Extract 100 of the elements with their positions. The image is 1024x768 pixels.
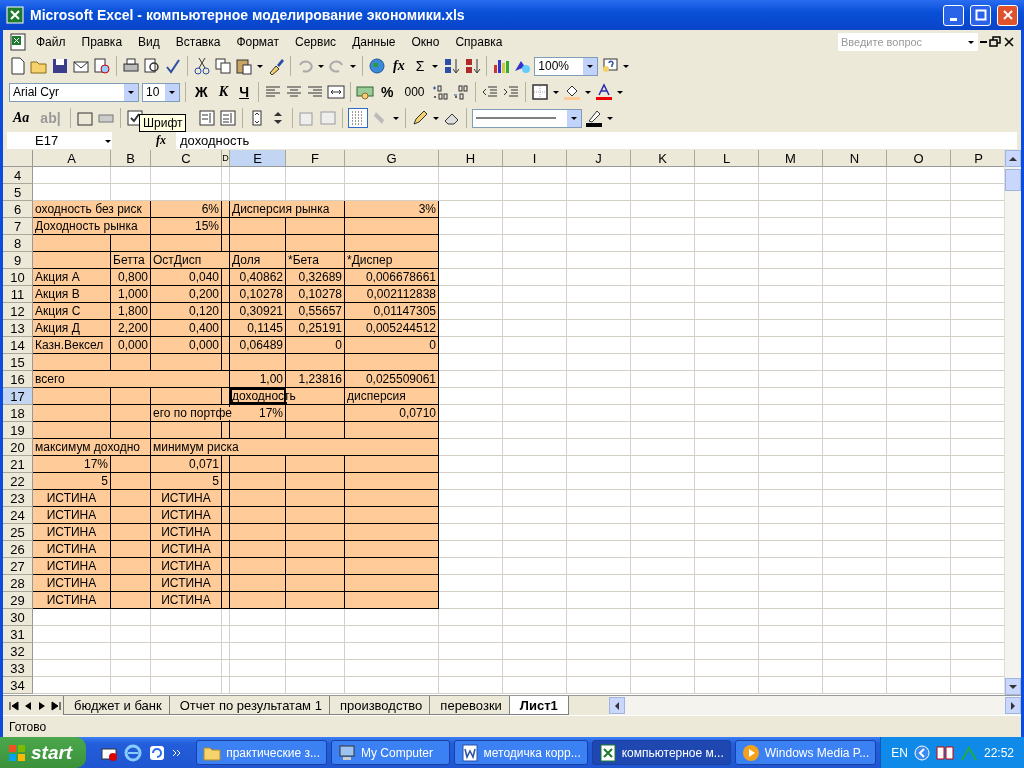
table-cell[interactable]: Дисперсия рынка (230, 201, 345, 218)
table-cell[interactable]: ИСТИНА (33, 592, 111, 609)
table-cell[interactable]: 2,200 (111, 320, 151, 337)
table-cell[interactable]: 0,32689 (286, 269, 345, 286)
spelling-check-icon[interactable] (164, 57, 182, 75)
table-cell[interactable]: 0,071 (151, 456, 222, 473)
menu-item[interactable]: Вставка (168, 32, 228, 51)
restore-icon[interactable] (989, 35, 1001, 48)
list-box-icon[interactable] (197, 109, 216, 127)
table-cell[interactable]: ИСТИНА (33, 490, 111, 507)
table-cell[interactable]: Акция В (33, 286, 111, 303)
chevron-icon[interactable] (172, 747, 183, 758)
caret-icon[interactable] (431, 62, 440, 70)
table-cell[interactable]: 0,200 (151, 286, 222, 303)
table-cell[interactable]: максимум доходно (33, 439, 151, 456)
row-header[interactable]: 27 (3, 558, 33, 575)
table-cell[interactable]: Доля (230, 252, 286, 269)
caret-icon[interactable] (586, 62, 595, 70)
table-cell[interactable]: 6% (151, 201, 222, 218)
column-header[interactable]: L (695, 150, 759, 167)
caret-icon[interactable] (552, 88, 561, 96)
previous-sheet-icon[interactable] (23, 700, 33, 711)
print-preview-icon[interactable] (143, 57, 161, 75)
table-cell[interactable]: 0,040 (151, 269, 222, 286)
sort-ascending-icon[interactable] (442, 57, 461, 75)
table-cell[interactable]: 0,55657 (286, 303, 345, 320)
sheet-tab[interactable]: Лист1 (508, 696, 569, 715)
down-arrow-icon[interactable] (1008, 682, 1018, 691)
computer-icon[interactable] (338, 743, 356, 762)
table-cell[interactable]: 0,1145 (230, 320, 286, 337)
table-cell[interactable]: 0,06489 (230, 337, 286, 354)
column-header[interactable]: F (286, 150, 345, 167)
document-icon[interactable] (460, 743, 479, 762)
menu-item[interactable]: Окно (404, 32, 447, 51)
row-header[interactable]: 33 (3, 660, 33, 677)
row-header[interactable]: 20 (3, 439, 33, 456)
first-sheet-icon[interactable] (9, 700, 19, 711)
table-cell[interactable]: 0,000 (111, 337, 151, 354)
row-header[interactable]: 21 (3, 456, 33, 473)
taskbar-button[interactable]: My Computer (331, 740, 450, 765)
menu-item[interactable]: Вид (131, 32, 167, 51)
table-cell[interactable]: 0,10278 (230, 286, 286, 303)
pencil-icon[interactable] (410, 109, 429, 127)
thousands-separator-button[interactable]: 000 (400, 85, 429, 99)
caret-icon[interactable] (569, 114, 578, 122)
column-header[interactable]: H (439, 150, 503, 167)
line-style-field[interactable] (471, 108, 582, 128)
browser-icon[interactable] (124, 743, 143, 762)
sort-descending-icon[interactable] (463, 57, 482, 75)
table-cell[interactable]: 17% (33, 456, 111, 473)
caret-icon[interactable] (605, 114, 614, 122)
printer-icon[interactable] (122, 57, 140, 75)
table-cell[interactable]: 0,25191 (286, 320, 345, 337)
table-cell[interactable]: 5 (151, 473, 222, 490)
line-color-icon[interactable] (584, 109, 603, 127)
preview-icon[interactable] (93, 57, 111, 75)
caret-icon[interactable] (317, 62, 325, 70)
menu-item[interactable]: Файл (29, 32, 73, 51)
italic-button[interactable]: К (214, 84, 233, 100)
refresh-icon[interactable] (148, 743, 167, 762)
table-cell[interactable]: 0 (286, 337, 345, 354)
paste-icon[interactable] (235, 57, 253, 75)
merge-center-icon[interactable] (327, 83, 345, 101)
font-color-icon[interactable] (595, 83, 614, 101)
menu-item[interactable]: Данные (345, 32, 403, 51)
save-icon[interactable] (51, 57, 69, 75)
table-cell[interactable]: Акция Д (33, 320, 111, 337)
caret-icon[interactable] (622, 62, 631, 70)
caret-icon[interactable] (431, 114, 440, 122)
table-cell[interactable]: 1,23816 (286, 371, 345, 388)
table-cell[interactable]: оходность без риск (33, 201, 151, 218)
next-sheet-icon[interactable] (37, 700, 47, 711)
table-cell[interactable]: 0,01147305 (345, 303, 439, 320)
table-cell[interactable]: минимум риска (151, 439, 439, 456)
font-size-field[interactable]: 10 (142, 82, 180, 102)
menu-item[interactable]: Формат (229, 32, 287, 51)
row-header[interactable]: 25 (3, 524, 33, 541)
table-cell[interactable]: ОстДисп (151, 252, 230, 269)
table-cell[interactable]: Доходность рынка (33, 218, 151, 235)
column-header[interactable]: G (345, 150, 439, 167)
table-cell[interactable]: ИСТИНА (151, 558, 222, 575)
table-cell[interactable]: ИСТИНА (33, 575, 111, 592)
row-header[interactable]: 34 (3, 677, 33, 694)
row-header[interactable]: 31 (3, 626, 33, 643)
table-cell[interactable]: ИСТИНА (33, 541, 111, 558)
paintbrush-icon[interactable] (267, 57, 285, 75)
row-header[interactable]: 11 (3, 286, 33, 303)
taskbar-button[interactable]: практические з... (196, 740, 327, 765)
table-cell[interactable]: 0,025509061 (345, 371, 439, 388)
taskbar-button[interactable]: методичка корр... (453, 740, 588, 765)
fill-color-icon[interactable] (563, 83, 582, 101)
insert-function-button[interactable]: fx (116, 133, 172, 148)
row-header[interactable]: 14 (3, 337, 33, 354)
name-box[interactable]: E17 (7, 132, 112, 149)
autosum-button[interactable]: Σ (411, 58, 429, 74)
row-header[interactable]: 7 (3, 218, 33, 235)
table-cell[interactable]: 0,400 (151, 320, 222, 337)
right-arrow-icon[interactable] (1009, 700, 1017, 711)
checkbox-icon[interactable] (125, 109, 144, 127)
increase-decimal-icon[interactable] (431, 83, 450, 101)
